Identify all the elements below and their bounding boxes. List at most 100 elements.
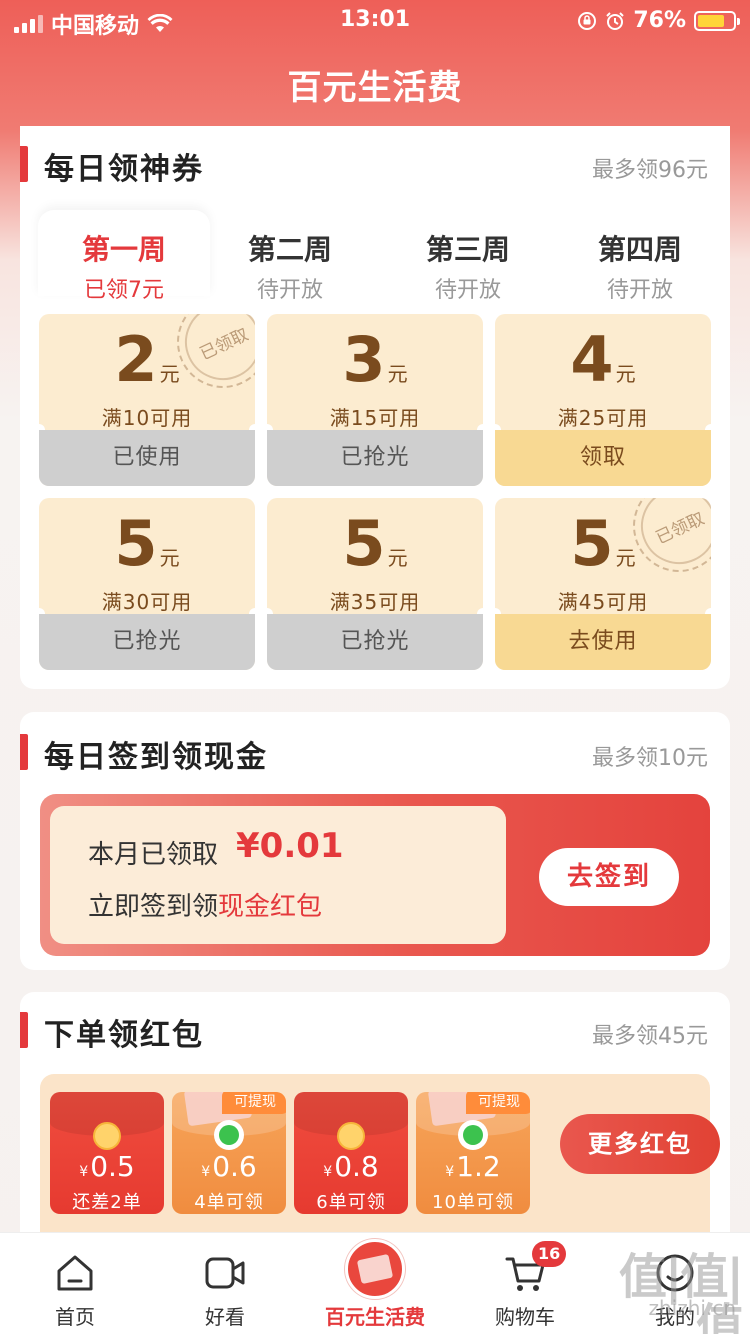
week-name: 第四周 [597,233,682,266]
coupon-unit: 元 [387,546,408,570]
stamp-text: 已领取 [196,324,252,365]
redpack-section-header: 下单领红包 最多领45元 [20,992,730,1053]
coupon-condition: 满10可用 [101,406,193,430]
week-status: 已领7元 [84,278,164,303]
coupon-condition: 满45可用 [557,590,649,614]
coupon-sold-out-button[interactable]: 已抢光 [267,614,483,670]
section-accent-bar [20,146,28,182]
coupon-unit: 元 [159,362,180,386]
battery-icon [694,10,740,31]
week-status: 待开放 [606,278,673,303]
coupon-sold-out-button[interactable]: 已抢光 [267,430,483,486]
redpack-condition: 6单可领 [316,1192,386,1213]
status-bar: 中国移动 13:01 76% [0,0,750,40]
coupon-condition: 满35可用 [329,590,421,614]
coupon-sold-out-button[interactable]: 已抢光 [39,614,255,670]
coupon-face: 3元 满15可用 [267,314,483,431]
currency-symbol: ¥ [445,1164,455,1180]
checkin-card: 每日签到领现金 最多领10元 本月已领取 ¥0.01 立即签到领现金红包 去签到 [20,712,730,970]
redpack-card: 下单领红包 最多领45元 ¥0.5 还差2单 可提现 ¥0.6 4单可领 ¥0.… [20,992,730,1326]
tab-label: 首页 [55,1305,95,1329]
checkin-button[interactable]: 去签到 [539,848,679,906]
redpack-value: 0.5 [90,1150,135,1183]
section-accent-bar [20,1012,28,1048]
tab-watch[interactable]: 好看 [150,1233,300,1334]
redpack-amount: ¥0.8 [294,1150,408,1183]
week-tabs: 第一周 已领7元 第二周 待开放 第三周 待开放 第四周 待开放 [20,210,730,303]
home-icon [57,1255,93,1291]
coupon-condition: 满30可用 [101,590,193,614]
coupons-section-header: 每日领神券 最多领96元 [20,126,730,187]
tab-label: 百元生活费 [325,1305,425,1329]
coupon-unit: 元 [615,362,636,386]
redpack-item[interactable]: ¥0.5 还差2单 [50,1092,164,1214]
coupon-unit: 元 [615,546,636,570]
page-title: 百元生活费 [287,68,463,108]
coupon-condition: 满15可用 [329,406,421,430]
redpack-item[interactable]: 可提现 ¥1.2 10单可领 [416,1092,530,1214]
alarm-icon [606,11,625,30]
coupon-value: 4 [570,323,614,396]
redpack-icon [345,1239,405,1299]
coupon-value: 5 [342,507,386,580]
coupon-condition: 满25可用 [557,406,649,430]
checkin-info-panel: 本月已领取 ¥0.01 立即签到领现金红包 [50,806,506,944]
tab-week-1[interactable]: 第一周 已领7元 [38,210,210,303]
video-icon [205,1257,245,1289]
tab-home[interactable]: 首页 [0,1233,150,1334]
tab-label: 购物车 [495,1305,555,1329]
checkin-max-note: 最多领10元 [592,746,708,771]
checkin-title: 每日签到领现金 [44,740,268,775]
redpack-item[interactable]: ¥0.8 6单可领 [294,1092,408,1214]
checkin-claimed-amount: ¥0.01 [236,826,344,866]
checkin-prompt: 立即签到领现金红包 [88,886,322,923]
week-name: 第二周 [247,233,332,266]
cart-count-badge: 16 [532,1241,567,1267]
coupon-used-button[interactable]: 已使用 [39,430,255,486]
coupon-use-button[interactable]: 去使用 [495,614,711,670]
tab-week-3[interactable]: 第三周 待开放 [382,210,554,303]
redpack-item[interactable]: 可提现 ¥0.6 4单可领 [172,1092,286,1214]
coupon-card: 2元 满10可用 已领取 已使用 [39,314,255,486]
coupons-title: 每日领神券 [44,152,204,187]
currency-symbol: ¥ [79,1164,89,1180]
coupon-card: 5元 满35可用 已抢光 [267,498,483,670]
tab-week-2[interactable]: 第二周 待开放 [204,210,376,303]
coupon-value: 5 [114,507,158,580]
wechat-icon [458,1120,488,1150]
redpack-value: 0.8 [334,1150,379,1183]
tab-label: 好看 [205,1305,245,1329]
coupon-unit: 元 [159,546,180,570]
redpack-amount: ¥0.6 [172,1150,286,1183]
battery-level [698,14,724,27]
more-redpacks-button[interactable]: 更多红包 [560,1114,720,1174]
coupon-unit: 元 [387,362,408,386]
checkin-section-header: 每日签到领现金 最多领10元 [20,712,730,775]
currency-symbol: ¥ [201,1164,211,1180]
tab-cart[interactable]: 16 购物车 [450,1233,600,1334]
week-status: 待开放 [434,278,501,303]
coupon-grid: 2元 满10可用 已领取 已使用 3元 满15可用 已抢光 4元 满25可用 领… [39,314,711,670]
checkin-claimed-label: 本月已领取 [88,840,219,870]
withdrawable-tag: 可提现 [222,1092,286,1114]
checkin-prompt-highlight: 现金红包 [218,892,323,922]
coupon-claim-button[interactable]: 领取 [495,430,711,486]
coupon-amount: 3元 [267,328,483,392]
tab-week-4[interactable]: 第四周 待开放 [554,210,726,303]
redpack-value: 1.2 [456,1150,501,1183]
tab-living-allowance[interactable]: 百元生活费 [300,1233,450,1334]
coupon-face: 5元 满30可用 [39,498,255,615]
redpack-value: 0.6 [212,1150,257,1183]
redpack-amount: ¥0.5 [50,1150,164,1183]
coupon-face: 5元 满35可用 [267,498,483,615]
redpack-condition: 还差2单 [72,1192,142,1213]
redpack-amount: ¥1.2 [416,1150,530,1183]
coupon-card: 5元 满45可用 已领取 去使用 [495,498,711,670]
redpack-title: 下单领红包 [44,1018,204,1053]
coupon-amount: 5元 [39,512,255,576]
coupon-card: 5元 满30可用 已抢光 [39,498,255,670]
section-accent-bar [20,734,28,770]
redpack-condition: 10单可领 [432,1192,514,1213]
redpack-condition: 4单可领 [194,1192,264,1213]
checkin-banner: 本月已领取 ¥0.01 立即签到领现金红包 去签到 [40,794,710,956]
